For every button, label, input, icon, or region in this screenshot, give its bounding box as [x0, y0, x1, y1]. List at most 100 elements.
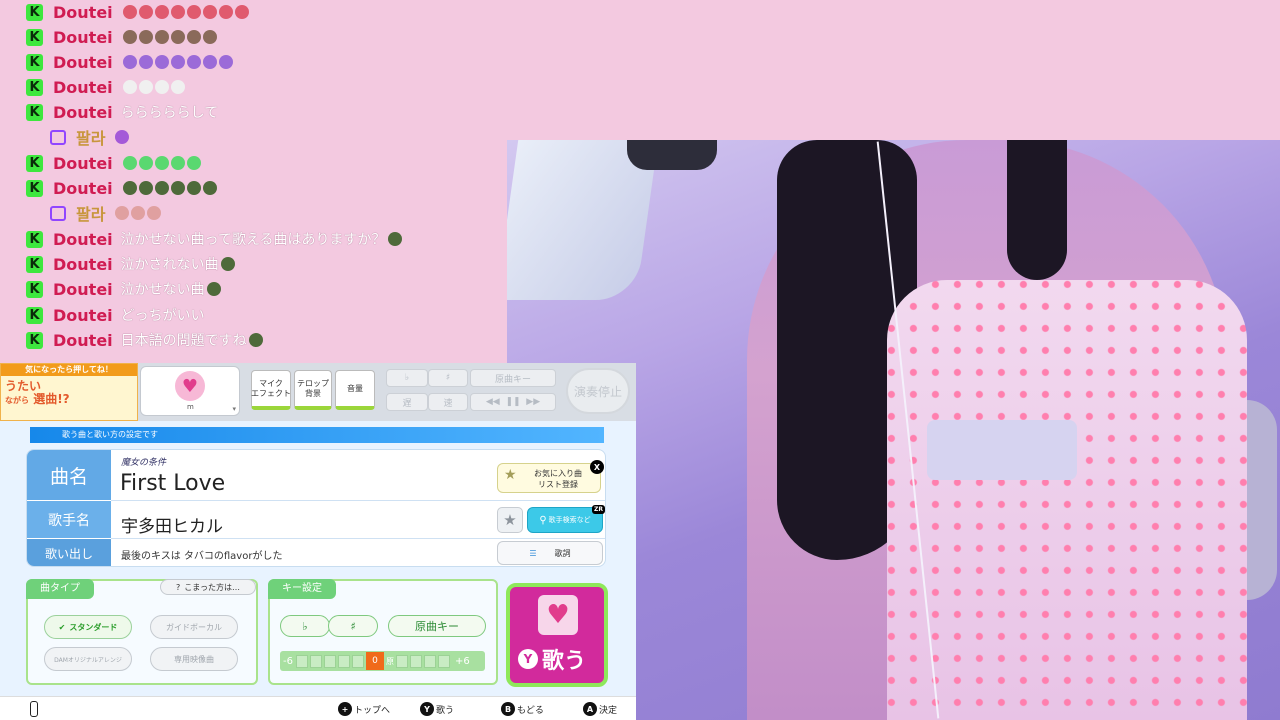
- emote-strip: [248, 333, 265, 347]
- search-icon: ⚲: [539, 514, 547, 526]
- song-type-tab: 曲タイプ: [26, 579, 94, 599]
- emote-strip: [115, 206, 163, 220]
- emote-icon: [206, 282, 221, 296]
- sing-label: 歌う: [542, 649, 587, 674]
- chat-username: Doutei: [53, 178, 113, 198]
- promo-banner[interactable]: 気になったら押してね！ うたい ながら 選曲!?: [0, 363, 138, 421]
- chat-message: K Doutei 泣かせない曲って歌える曲はありますか？: [26, 227, 404, 251]
- emote-icon: [115, 206, 130, 220]
- type-guide-vocal-button[interactable]: ガイドボーカル: [150, 615, 238, 639]
- type-arrange-button[interactable]: DAMオリジナルアレンジ: [44, 647, 132, 671]
- artist-search-button[interactable]: ⚲ 歌手検索など ZR: [527, 505, 605, 533]
- song-info: 曲名 歌手名 歌い出し 魔女の条件 First Love 宇多田ヒカル 最後のキ…: [26, 449, 606, 567]
- key-meter: -6 0 原 +6: [280, 651, 485, 671]
- y-button-icon: Y: [420, 702, 434, 716]
- twitch-icon: [50, 205, 66, 221]
- key-max-label: +6: [454, 655, 470, 667]
- kick-icon: K: [26, 179, 43, 197]
- avatar-name: m: [187, 403, 194, 411]
- emote-icon: [170, 5, 185, 19]
- heart-avatar-icon: ♥: [538, 595, 578, 635]
- label-song: 曲名: [27, 450, 111, 500]
- chat-username: Doutei: [53, 2, 113, 22]
- hint-sing[interactable]: Y 歌う: [420, 702, 454, 716]
- kick-icon: K: [26, 78, 43, 96]
- chat-username: Doutei: [53, 279, 113, 299]
- emote-icon: [154, 181, 169, 195]
- label-artist: 歌手名: [27, 501, 111, 538]
- lyric-start: 最後のキスは タバコのflavorがした: [121, 551, 283, 562]
- chat-username: Doutei: [53, 27, 113, 47]
- key-flat-button[interactable]: ♭: [386, 369, 428, 387]
- promo-header: 気になったら押してね！: [1, 364, 137, 376]
- key-sharp-button[interactable]: ♯: [428, 369, 468, 387]
- rewind-icon: ◀◀: [485, 397, 500, 407]
- chat-text: どっちがいい: [120, 308, 205, 324]
- key-flat-button[interactable]: ♭: [280, 615, 330, 637]
- emote-icon: [138, 30, 153, 44]
- tempo-fast-button[interactable]: 速: [428, 393, 468, 411]
- star-icon: ★: [504, 467, 517, 483]
- emote-strip: [115, 130, 131, 144]
- telop-background-button[interactable]: テロップ 背景: [294, 370, 332, 410]
- kick-icon: K: [26, 306, 43, 324]
- original-key-button[interactable]: 原曲キー: [388, 615, 486, 637]
- emote-icon: [186, 55, 201, 69]
- singer-avatar-select[interactable]: ♥ m ▾: [140, 366, 240, 416]
- artist-search-label: 歌手検索など: [548, 516, 591, 524]
- volume-button[interactable]: 音量: [335, 370, 375, 410]
- hint-top[interactable]: + トップへ: [338, 702, 390, 716]
- sing-button[interactable]: ♥ Y 歌う: [506, 583, 608, 687]
- emote-icon: [202, 55, 217, 69]
- chat-username: 팔라: [76, 205, 106, 224]
- artist-favorite-button[interactable]: ★: [497, 507, 523, 533]
- promo-line1: うたい: [5, 379, 42, 393]
- karaoke-panel: 気になったら押してね！ うたい ながら 選曲!? ♥ m ▾ マイク エフェクト…: [0, 363, 636, 720]
- mic-effect-button[interactable]: マイク エフェクト: [251, 370, 291, 410]
- hint-back-label: もどる: [517, 705, 544, 716]
- chevron-down-icon: ▾: [232, 405, 236, 413]
- hint-confirm[interactable]: A 決定: [583, 702, 617, 716]
- key-sharp-button[interactable]: ♯: [328, 615, 378, 637]
- stop-playback-button[interactable]: 演奏停止: [566, 368, 630, 414]
- switch-controller-icon: [30, 701, 38, 717]
- emote-strip: [122, 181, 219, 195]
- emote-strip: [206, 282, 223, 296]
- emote-icon: [115, 130, 130, 144]
- chat-username: Doutei: [53, 305, 113, 325]
- emote-icon: [248, 333, 263, 347]
- emote-icon: [202, 181, 217, 195]
- emote-icon: [138, 80, 153, 94]
- pause-icon: ❚❚: [505, 397, 521, 407]
- original-key-button[interactable]: 原曲キー: [470, 369, 556, 387]
- emote-icon: [202, 30, 217, 44]
- y-button-badge: Y: [518, 649, 538, 669]
- promo-line2: ながら: [5, 396, 29, 405]
- chat-text: 泣かせない曲って歌える曲はありますか？: [120, 232, 386, 248]
- chat-username: Doutei: [53, 102, 113, 122]
- chat-overlay: K Doutei K Doutei K Doutei K Doutei K Doutei ららららら…: [26, 0, 506, 362]
- emote-icon: [234, 5, 249, 19]
- type-standard-button[interactable]: ✔ スタンダード: [44, 615, 132, 639]
- add-favorite-button[interactable]: ★ お気に入り曲 リスト登録 X: [497, 460, 604, 493]
- emote-icon: [220, 257, 235, 271]
- kick-icon: K: [26, 280, 43, 298]
- type-exclusive-button[interactable]: 専用映像曲: [150, 647, 238, 671]
- emote-strip: [122, 5, 251, 19]
- plus-button-icon: +: [338, 702, 352, 716]
- help-button[interactable]: ? こまった方は…: [160, 579, 256, 595]
- emote-icon: [154, 55, 169, 69]
- chat-text: 泣かされない曲: [120, 257, 219, 273]
- hint-back[interactable]: B もどる: [501, 702, 544, 716]
- playback-controls[interactable]: ◀◀ ❚❚ ▶▶: [470, 393, 556, 411]
- emote-icon: [122, 55, 137, 69]
- emote-strip: [122, 30, 219, 44]
- help-icon: ?: [176, 582, 181, 592]
- section-title: 歌う曲と歌い方の設定です: [30, 427, 604, 443]
- heart-avatar-icon: ♥: [175, 371, 205, 401]
- lyrics-button[interactable]: ☰ 歌詞: [497, 541, 603, 565]
- chat-text: らららららして: [120, 105, 219, 121]
- kick-icon: K: [26, 230, 43, 248]
- emote-icon: [387, 232, 402, 246]
- tempo-slow-button[interactable]: 遅: [386, 393, 428, 411]
